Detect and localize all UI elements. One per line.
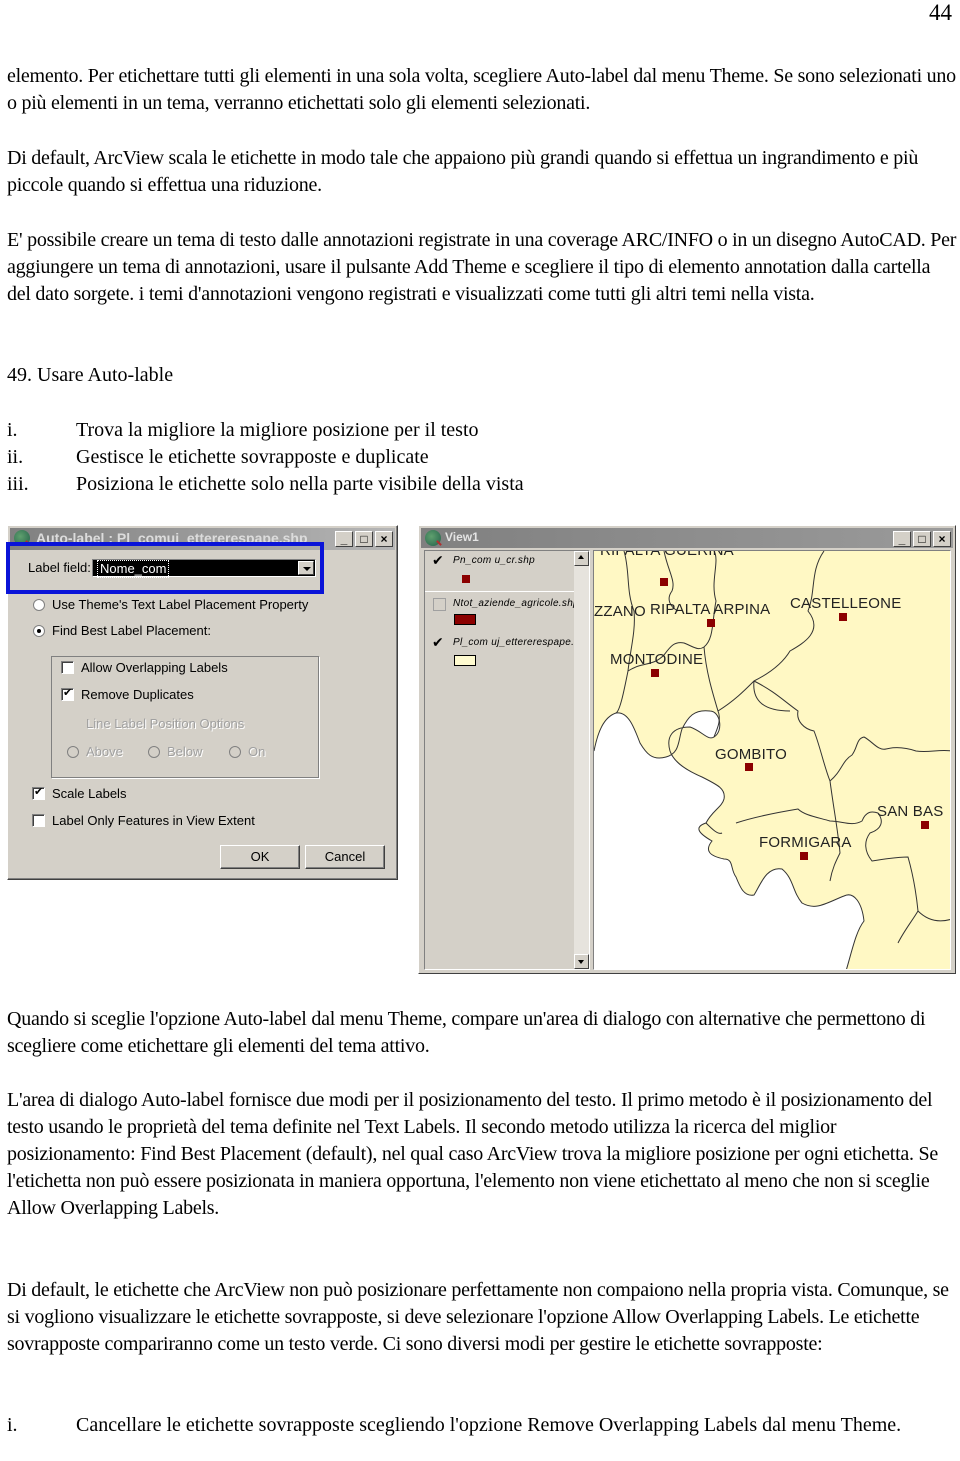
find-best-placement-label: Find Best Label Placement: [52, 623, 211, 638]
arcview-globe-icon [425, 530, 441, 546]
map-label: FORMIGARA [759, 834, 852, 851]
theme-name: Pl_com uj_ettererespape.s [453, 637, 580, 648]
map-canvas[interactable]: RIPALTA GUERINA ZZANO RIPALTA ARPINA CAS… [593, 550, 951, 970]
remove-duplicates-checkbox[interactable] [61, 686, 74, 701]
map-label: GOMBITO [715, 746, 787, 763]
above-label: Above [86, 744, 123, 759]
paragraph-dialog-intro: Quando si sceglie l'opzione Auto-label d… [7, 1008, 926, 1057]
theme-name: Ntot_aziende_agricole.shp [453, 598, 579, 609]
use-theme-placement-label: Use Theme's Text Label Placement Propert… [52, 597, 309, 612]
view-extent-label: Label Only Features in View Extent [52, 813, 255, 828]
paragraph-annotation-theme: E' possibile creare un tema di testo dal… [7, 229, 957, 305]
cancel-button[interactable]: Cancel [305, 845, 385, 869]
municipality-point [800, 852, 808, 860]
list-number: i. [7, 419, 18, 441]
visibility-checkbox[interactable] [433, 598, 446, 611]
page-number: 44 [929, 0, 952, 25]
below-label: Below [167, 744, 203, 759]
list-text: Trova la migliore la migliore posizione … [76, 419, 479, 441]
municipality-point [707, 619, 715, 627]
list-item: i. Trova la migliore la migliore posizion… [7, 417, 479, 444]
allow-overlapping-checkbox[interactable] [61, 661, 74, 674]
table-of-contents: ✔ Pn_com u_cr.shp Ntot_aziende_agricole.… [424, 550, 590, 970]
maximize-button[interactable]: □ [355, 531, 373, 547]
use-theme-placement-radio[interactable] [33, 599, 45, 611]
view-titlebar[interactable]: View1 _ □ × [421, 528, 953, 548]
minimize-button[interactable]: _ [335, 531, 353, 547]
highlight-annotation-box [6, 542, 324, 594]
fill-symbol-icon [454, 655, 476, 666]
scale-labels-checkbox[interactable] [32, 785, 45, 800]
line-label-options-heading: Line Label Position Options [86, 716, 245, 731]
list-item: iii. Posiziona le etichette solo nella pa… [7, 471, 524, 498]
list-number: i. [7, 1414, 18, 1436]
ok-button[interactable]: OK [220, 845, 300, 869]
auto-label-dialog: Auto-label : Pl_comuj_ettererespape.shp … [6, 525, 398, 880]
view-window: View1 _ □ × ✔ Pn_com u_cr.shp Ntot_azien… [418, 525, 956, 974]
scale-labels-label: Scale Labels [52, 786, 127, 801]
municipality-point [651, 669, 659, 677]
close-button[interactable]: × [375, 531, 393, 547]
remove-duplicates-label: Remove Duplicates [81, 687, 194, 702]
section-heading: 49. Usare Auto-lable [7, 364, 174, 386]
map-label: RIPALTA GUERINA [600, 550, 734, 559]
map-label: CASTELLEONE [790, 595, 902, 612]
theme-item[interactable]: ✔ Pn_com u_cr.shp [425, 551, 575, 592]
on-radio[interactable] [229, 746, 241, 758]
map-label: MONTODINE [610, 651, 704, 668]
paragraph-placement-methods: L'area di dialogo Auto-label fornisce du… [7, 1089, 939, 1219]
minimize-button[interactable]: _ [893, 531, 911, 547]
paragraph-intro: elemento. Per etichettare tutti gli elem… [7, 65, 956, 114]
list-item: ii. Gestisce le etichette sovrapposte e d… [7, 444, 429, 471]
paragraph-default-scale: Di default, ArcView scala le etichette i… [7, 147, 919, 196]
list-item: i. Cancellare le etichette sovrapposte sc… [7, 1412, 937, 1439]
map-label: RIPALTA ARPINA [650, 601, 771, 618]
paragraph-overlapping: Di default, le etichette che ArcView non… [7, 1279, 949, 1355]
list-number: iii. [7, 473, 29, 495]
list-text: Cancellare le etichette sovrapposte sceg… [76, 1414, 902, 1436]
checkmark-icon[interactable]: ✔ [432, 553, 445, 567]
view-title: View1 [445, 530, 479, 544]
map-label: SAN BAS [877, 803, 944, 820]
close-button[interactable]: × [933, 531, 951, 547]
municipality-point [660, 578, 668, 586]
fill-symbol-icon [454, 614, 476, 625]
below-radio[interactable] [148, 746, 160, 758]
on-label: On [248, 744, 266, 759]
point-symbol-icon [462, 575, 470, 583]
above-radio[interactable] [67, 746, 79, 758]
toc-scrollbar[interactable] [574, 551, 589, 969]
municipality-point [839, 613, 847, 621]
scroll-up-button[interactable] [574, 551, 589, 566]
theme-name: Pn_com u_cr.shp [453, 555, 535, 566]
allow-overlapping-label: Allow Overlapping Labels [81, 660, 228, 675]
checkmark-icon[interactable]: ✔ [432, 635, 445, 649]
municipality-point [745, 763, 753, 771]
list-text: Posiziona le etichette solo nella parte … [76, 473, 524, 495]
municipality-point [921, 821, 929, 829]
theme-item[interactable]: ✔ Pl_com uj_ettererespape.s [425, 633, 579, 673]
list-number: ii. [7, 446, 24, 468]
find-best-placement-radio[interactable] [33, 625, 45, 637]
theme-item[interactable]: Ntot_aziende_agricole.shp [425, 592, 579, 632]
scroll-down-button[interactable] [574, 954, 589, 969]
map-label: ZZANO [594, 603, 646, 620]
view-extent-checkbox[interactable] [32, 814, 45, 827]
list-text: Gestisce le etichette sovrapposte e dupl… [76, 446, 429, 468]
maximize-button[interactable]: □ [913, 531, 931, 547]
